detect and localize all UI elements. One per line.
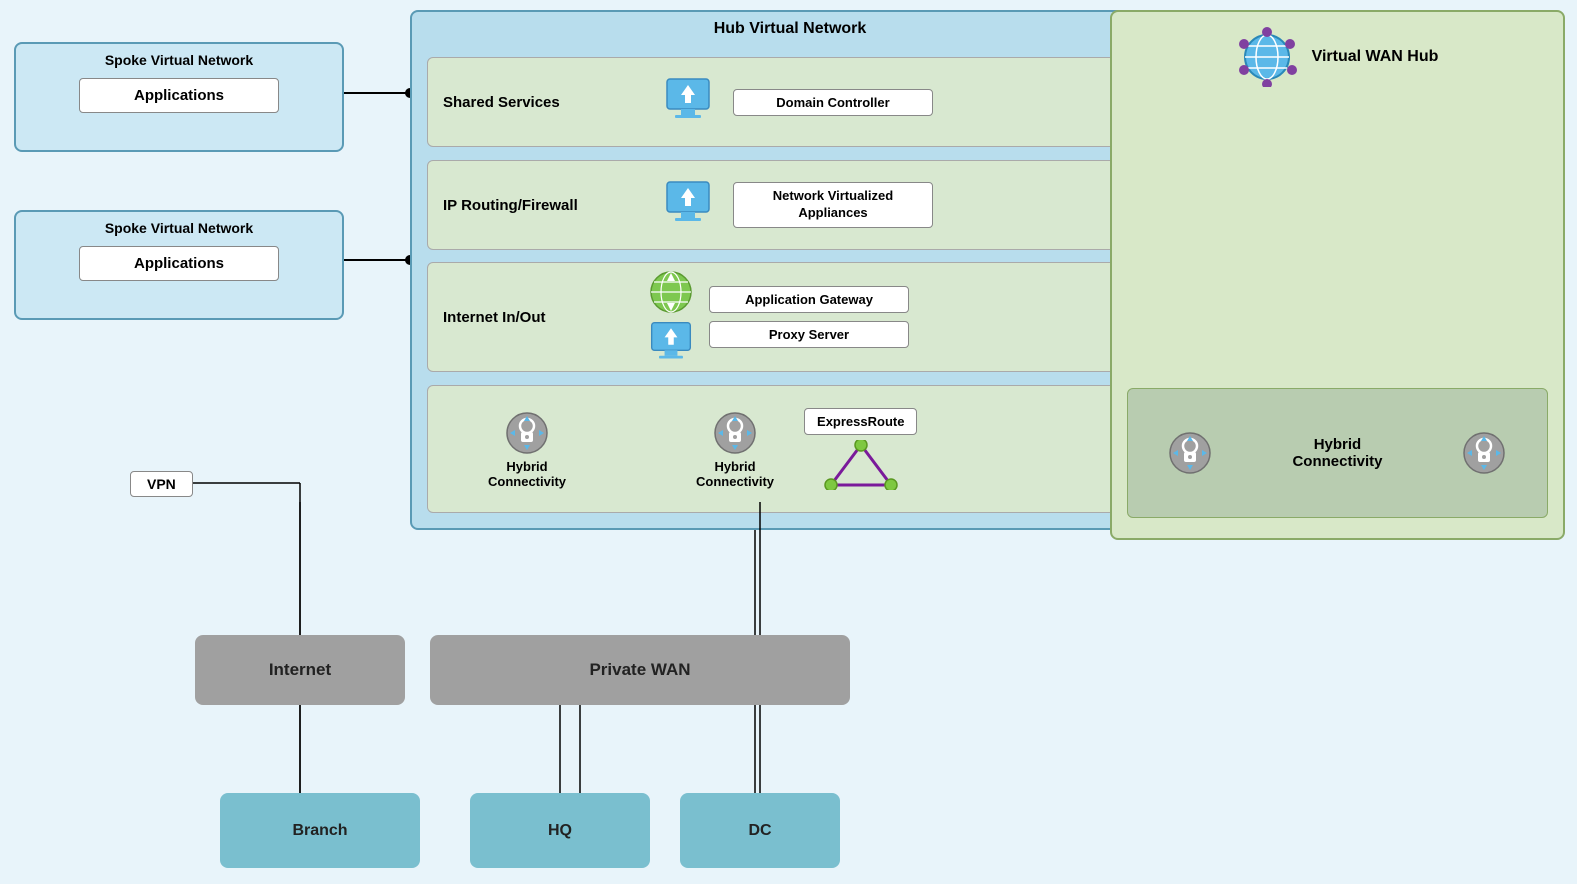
vwan-header: Virtual WAN Hub xyxy=(1112,12,1563,97)
ip-routing-section: IP Routing/Firewall Network VirtualizedA… xyxy=(427,160,1157,250)
spoke-vnet-2-app: Applications xyxy=(79,246,279,281)
vwan-hybrid-section: HybridConnectivity xyxy=(1127,388,1548,518)
vwan-hybrid-label: HybridConnectivity xyxy=(1292,436,1382,470)
spoke-vnet-2: Spoke Virtual Network Applications xyxy=(14,210,344,320)
hybrid-conn-vpn: HybridConnectivity xyxy=(488,410,566,489)
ip-routing-label: IP Routing/Firewall xyxy=(443,197,623,214)
vpn-label: VPN xyxy=(130,471,193,497)
expressroute-area: ExpressRoute xyxy=(804,408,917,490)
proxy-server-box: Proxy Server xyxy=(709,321,909,348)
internet-inout-section: Internet In/Out xyxy=(427,262,1157,372)
spoke-vnet-1: Spoke Virtual Network Applications xyxy=(14,42,344,152)
monitor-icon-1 xyxy=(663,75,713,130)
hybrid-conn-vpn-label: HybridConnectivity xyxy=(488,459,566,489)
monitor-icon-2 xyxy=(663,178,713,233)
hybrid-conn-express-label: HybridConnectivity xyxy=(696,459,774,489)
vwan-hybrid-left xyxy=(1167,430,1213,476)
vwan-globe-icon xyxy=(1237,27,1297,87)
internet-box: Internet xyxy=(195,635,405,705)
hybrid-connectivity-section: HybridConnectivity HybridConnectivity xyxy=(427,385,1157,513)
hub-vnet-label: Hub Virtual Network xyxy=(412,12,1168,42)
branch-box: Branch xyxy=(220,793,420,868)
shared-services-section: Shared Services Domain Controller xyxy=(427,57,1157,147)
internet-inout-label: Internet In/Out xyxy=(443,309,623,326)
hybrid-conn-express: HybridConnectivity xyxy=(696,410,774,489)
hub-vnet: Hub Virtual Network Shared Services Doma… xyxy=(410,10,1170,530)
app-gateway-box: Application Gateway xyxy=(709,286,909,313)
hq-box: HQ xyxy=(470,793,650,868)
domain-controller-box: Domain Controller xyxy=(733,89,933,116)
nva-box: Network VirtualizedAppliances xyxy=(733,182,933,228)
spoke-vnet-2-label: Spoke Virtual Network xyxy=(24,220,334,236)
internet-icons xyxy=(648,269,694,365)
vwan-hub: Virtual WAN Hub HybridConnectivity xyxy=(1110,10,1565,540)
vwan-hybrid-right xyxy=(1461,430,1507,476)
shared-services-label: Shared Services xyxy=(443,94,623,111)
private-wan-box: Private WAN xyxy=(430,635,850,705)
dc-box: DC xyxy=(680,793,840,868)
expressroute-box: ExpressRoute xyxy=(804,408,917,435)
internet-services: Application Gateway Proxy Server xyxy=(709,286,909,348)
spoke-vnet-1-label: Spoke Virtual Network xyxy=(24,52,334,68)
spoke-vnet-1-app: Applications xyxy=(79,78,279,113)
diagram-container: Spoke Virtual Network Applications Spoke… xyxy=(0,0,1577,884)
vwan-hub-label: Virtual WAN Hub xyxy=(1312,48,1439,66)
